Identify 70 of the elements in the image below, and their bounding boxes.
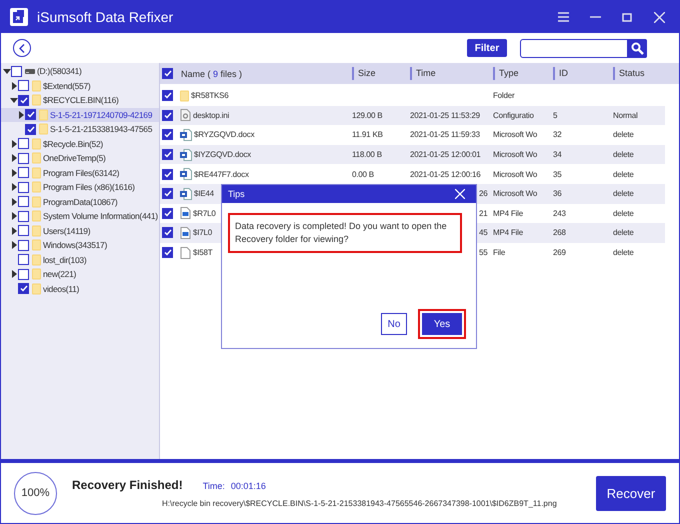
table-cell: 11.91 KB: [352, 130, 383, 140]
table-cell: 35: [553, 170, 562, 179]
tree-item-label: new(221): [43, 269, 76, 280]
table-cell: 118.00 B: [352, 150, 382, 160]
tree-item-label: Program Files (x86)(1616): [43, 182, 135, 192]
table-cell: delete: [613, 208, 634, 218]
table-cell: Microsoft Wo: [493, 170, 538, 179]
table-cell: delete: [613, 130, 634, 140]
table-cell: 45: [479, 228, 488, 238]
table-cell: 55: [479, 248, 488, 258]
tree-item-label: System Volume Information(441): [43, 211, 158, 222]
tree-item-label: S-1-5-21-1971240709-42169: [50, 110, 152, 120]
tree-item-label: lost_dir(103): [43, 254, 86, 265]
table-cell: Microsoft Wo: [493, 150, 538, 160]
table-cell: MP4 File: [493, 228, 523, 238]
file-name: $I7L0: [193, 228, 212, 238]
tree-item-label: S-1-5-21-2153381943-47565: [50, 124, 152, 134]
table-cell: MP4 File: [493, 208, 523, 218]
table-cell: 0.00 B: [352, 170, 374, 179]
tree-item-label: Windows(343517): [43, 240, 108, 250]
table-cell: File: [493, 248, 506, 258]
file-name: $RE447F7.docx: [194, 170, 249, 179]
table-cell: 269: [553, 248, 566, 258]
tree-item-label: $Recycle.Bin(52): [43, 138, 103, 149]
table-cell: Normal: [613, 110, 638, 120]
tree-item-label: ProgramData(10867): [43, 196, 118, 207]
table-cell: 26: [479, 189, 488, 198]
table-cell: Configuratio: [493, 110, 534, 120]
file-name: $RYZGQVD.docx: [194, 130, 254, 140]
time-label: Time:: [202, 481, 225, 491]
table-cell: delete: [613, 189, 634, 198]
dialog-message: Data recovery is completed! Do you want to open the Recovery folder for viewing?: [228, 213, 462, 253]
table-cell: 2021-01-25 12:00:16: [410, 170, 480, 179]
table-cell: 32: [553, 130, 562, 140]
status-headline: Recovery Finished!: [72, 478, 183, 492]
table-cell: 2021-01-25 12:00:01: [410, 150, 480, 160]
window-title: iSumsoft Data Refixer: [37, 9, 174, 25]
file-name: $I58T: [193, 248, 212, 258]
table-cell: delete: [613, 248, 634, 258]
tree-item-label: (D:)(580341): [37, 66, 82, 76]
table-cell: Microsoft Wo: [493, 189, 538, 198]
progress-circle: 100%: [14, 472, 57, 514]
table-cell: 21: [479, 208, 488, 218]
tree-item-label: Users(14119): [43, 226, 90, 236]
table-cell: Folder: [493, 91, 514, 100]
tree-item-label: $Extend(557): [43, 80, 90, 91]
tree-item-label: videos(11): [43, 284, 80, 294]
file-name: $R7L0: [193, 208, 216, 218]
table-cell: 243: [553, 208, 566, 218]
file-name: $IYZGQVD.docx: [194, 150, 251, 160]
file-name: $IE44: [194, 189, 214, 198]
table-cell: 36: [553, 189, 562, 198]
table-cell: 2021-01-25 11:53:29: [410, 110, 480, 120]
file-name: $R58TKS6: [191, 91, 229, 100]
tree-item-label: OneDriveTemp(5): [43, 153, 106, 164]
tree-item-label: Program Files(63142): [43, 168, 120, 178]
table-cell: 5: [553, 110, 558, 120]
table-cell: delete: [613, 150, 634, 160]
elapsed-time: 00:01:16: [230, 481, 266, 491]
table-cell: 268: [553, 228, 566, 238]
table-cell: delete: [613, 170, 634, 179]
table-cell: 34: [553, 150, 562, 160]
tree-item-label: $RECYCLE.BIN(116): [43, 95, 119, 106]
file-path: H:\recycle bin recovery\$RECYCLE.BIN\S-1-5-21-2153381943-47565546-2667347398-1001\$ID6ZB9T_11.png: [162, 499, 558, 508]
dialog-title: Tips: [228, 189, 245, 199]
file-name: desktop.ini: [193, 110, 230, 120]
table-cell: delete: [613, 228, 634, 238]
table-cell: Microsoft Wo: [493, 130, 538, 140]
table-cell: 2021-01-25 11:59:33: [410, 130, 480, 140]
table-cell: 129.00 B: [352, 110, 382, 120]
